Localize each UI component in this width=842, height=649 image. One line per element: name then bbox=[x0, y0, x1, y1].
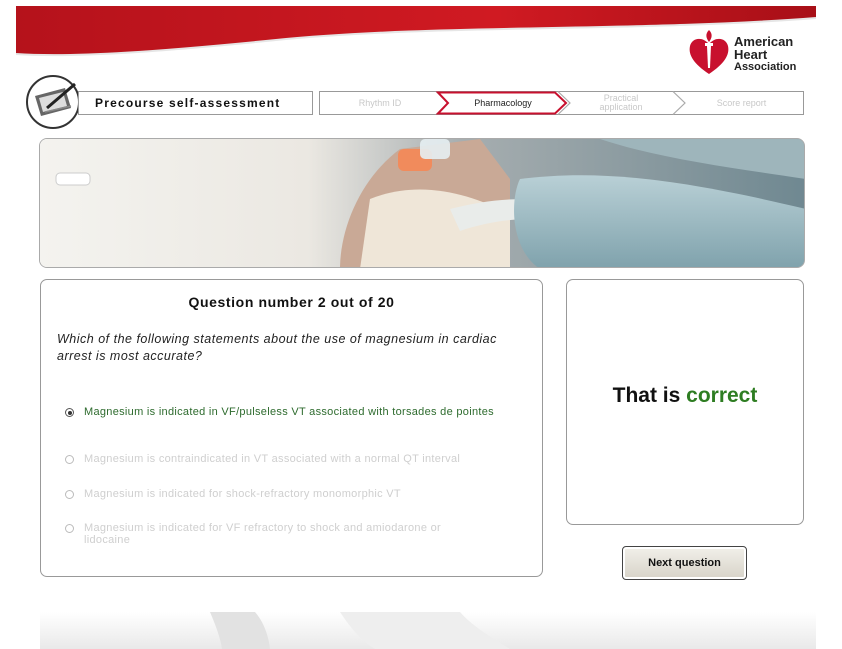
step-rhythm-id-label: Rhythm ID bbox=[358, 97, 402, 108]
feedback-message: That is correct bbox=[567, 384, 803, 408]
feedback-result: correct bbox=[686, 384, 758, 407]
answer-option-3[interactable]: Magnesium is indicated for shock-refract… bbox=[65, 488, 495, 500]
assessment-emblem-icon bbox=[26, 75, 80, 129]
radio-icon[interactable] bbox=[65, 490, 74, 499]
radio-icon[interactable] bbox=[65, 455, 74, 464]
answer-option-label: Magnesium is contraindicated in VT assoc… bbox=[84, 453, 461, 465]
answer-option-2[interactable]: Magnesium is contraindicated in VT assoc… bbox=[65, 453, 495, 465]
step-practical-application[interactable]: Practical application bbox=[565, 91, 677, 115]
question-text: Which of the following statements about … bbox=[57, 332, 497, 363]
step-rhythm-id[interactable]: Rhythm ID bbox=[319, 91, 441, 115]
answer-option-label: Magnesium is indicated in VF/pulseless V… bbox=[84, 406, 494, 418]
answer-option-label: Magnesium is indicated for VF refractory… bbox=[84, 522, 441, 546]
step-score-report[interactable]: Score report bbox=[679, 91, 804, 115]
page-title-box: Precourse self-assessment bbox=[78, 91, 313, 115]
answer-option-4[interactable]: Magnesium is indicated for VF refractory… bbox=[65, 522, 485, 546]
brand-line-3: Association bbox=[734, 61, 797, 73]
hero-illustration bbox=[40, 139, 804, 267]
step-score-report-label: Score report bbox=[716, 97, 767, 108]
answer-option-1[interactable]: Magnesium is indicated in VF/pulseless V… bbox=[65, 406, 495, 418]
brand-line-2: Heart bbox=[734, 47, 768, 62]
step-practical-label-2: application bbox=[599, 102, 643, 112]
feedback-panel: That is correct bbox=[566, 279, 804, 525]
step-pharmacology[interactable]: Pharmacology bbox=[443, 91, 563, 115]
footer-background-image bbox=[40, 612, 816, 649]
brand-logo-text: American Heart Association bbox=[734, 35, 796, 74]
question-number: Question number 2 out of 20 bbox=[188, 294, 395, 310]
next-question-button[interactable]: Next question bbox=[622, 546, 747, 580]
feedback-prefix: That is bbox=[612, 384, 681, 407]
page-title: Precourse self-assessment bbox=[95, 96, 281, 110]
radio-icon[interactable] bbox=[65, 524, 74, 533]
hero-image bbox=[39, 138, 805, 268]
progress-steps: Rhythm ID Pharmacology Practical applica… bbox=[319, 91, 804, 115]
question-panel: Question number 2 out of 20 Which of the… bbox=[40, 279, 543, 577]
answer-option-label: Magnesium is indicated for shock-refract… bbox=[84, 488, 401, 500]
radio-selected-icon[interactable] bbox=[65, 408, 74, 417]
step-pharmacology-label: Pharmacology bbox=[474, 97, 532, 108]
